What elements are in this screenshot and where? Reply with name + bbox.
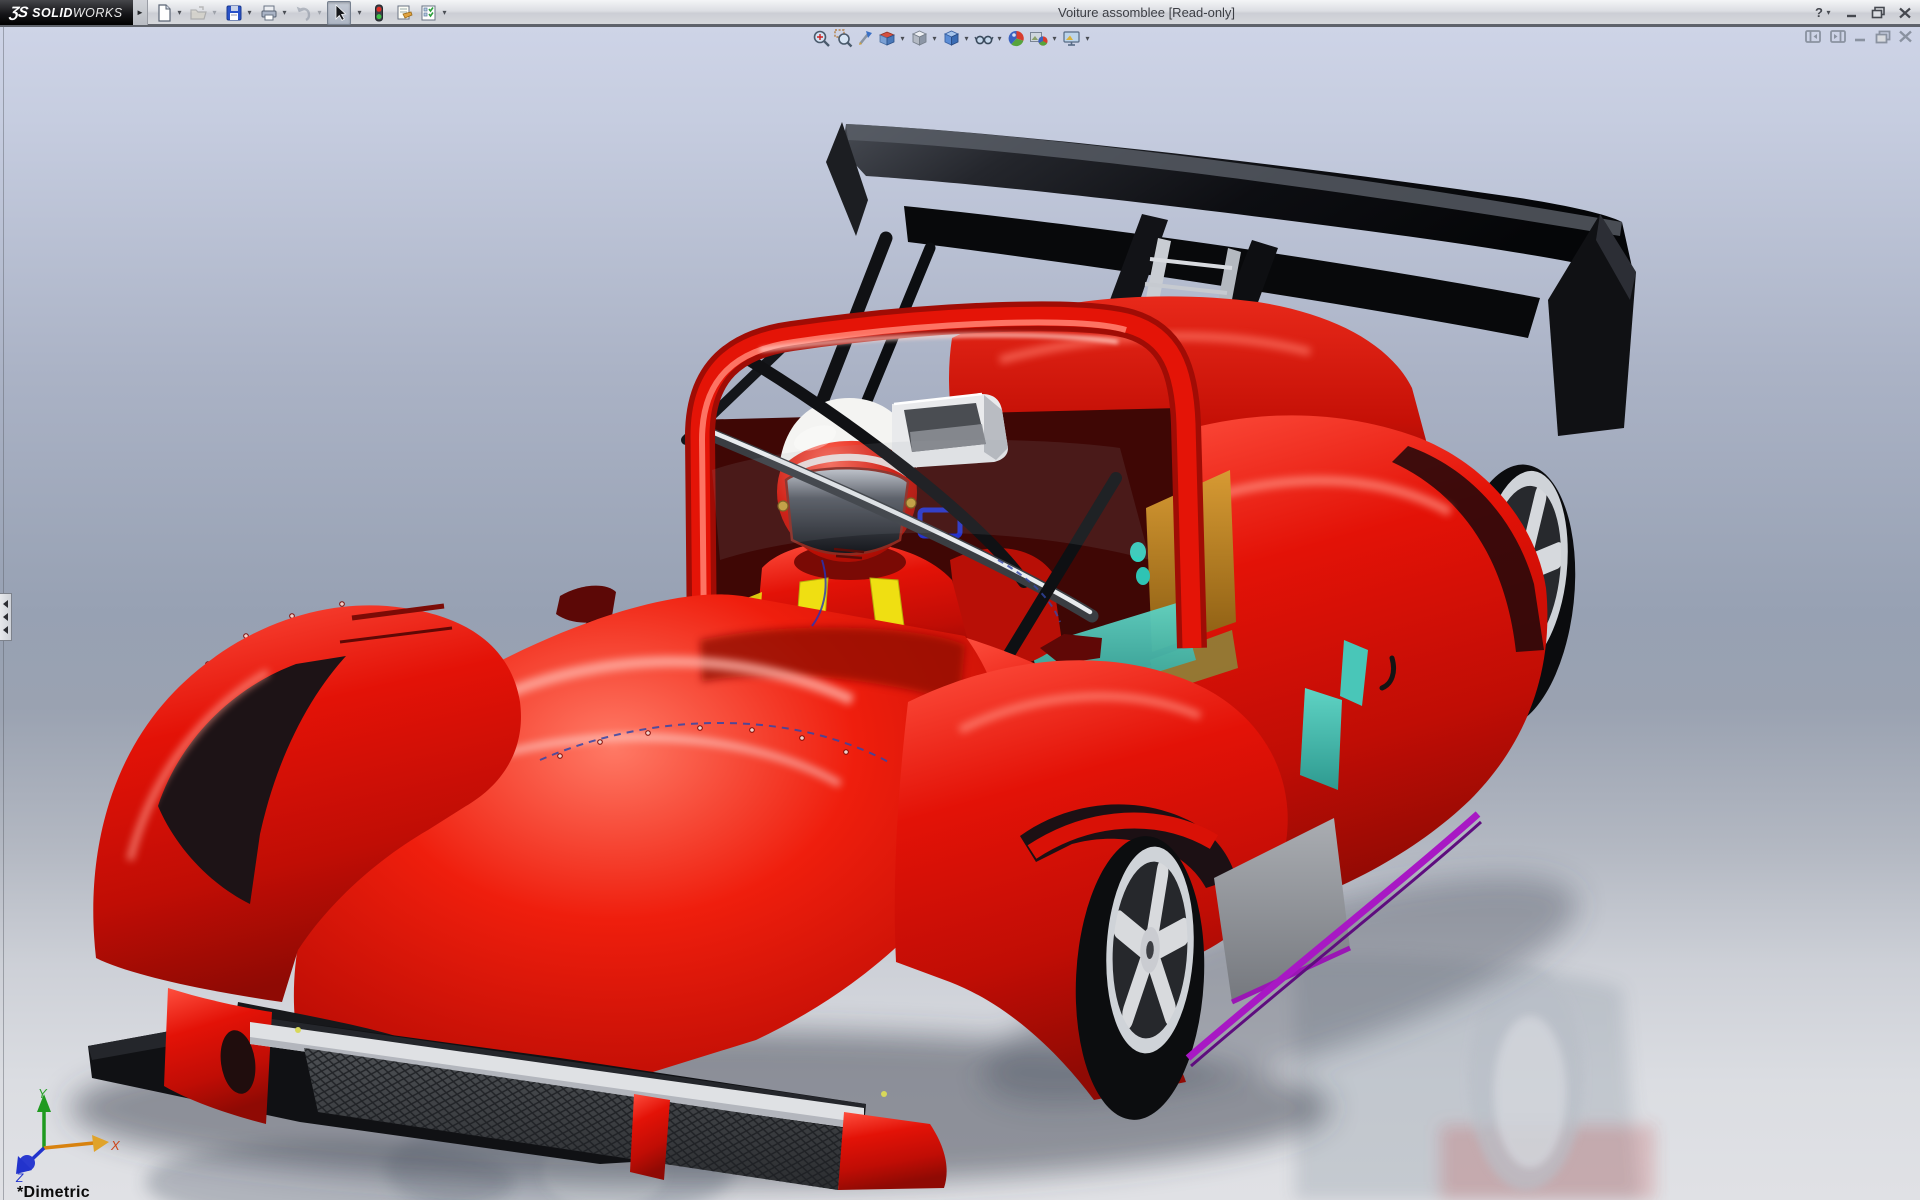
- feature-manager-collapse-tab[interactable]: [0, 593, 12, 641]
- design-checker-icon: [419, 3, 439, 23]
- restore-button[interactable]: [1871, 6, 1886, 19]
- print-icon: [259, 3, 279, 23]
- design-checker-button[interactable]: ▾: [417, 1, 451, 25]
- solidworks-window: ƷS SOLID WORKS ► ▾ ▾: [0, 0, 1920, 1200]
- collapse-arrow-icon: [3, 626, 8, 634]
- help-button[interactable]: ?▾: [1815, 5, 1833, 20]
- view-orientation-icon: [910, 29, 929, 48]
- collapse-arrow-icon: [3, 600, 8, 608]
- open-document-icon: [189, 3, 209, 23]
- window-title: Voiture assomblee [Read-only]: [1058, 0, 1235, 25]
- titlebar-controls: ?▾: [1815, 0, 1912, 25]
- view-orientation-button[interactable]: ▾: [910, 29, 939, 48]
- title-bar: ƷS SOLID WORKS ► ▾ ▾: [0, 0, 1920, 25]
- undo-icon: [294, 3, 314, 23]
- triad-z-label: Z: [15, 1171, 24, 1182]
- zoom-to-fit-button[interactable]: [812, 29, 831, 48]
- triad-x-label: X: [110, 1138, 121, 1153]
- document-window-controls: [1805, 29, 1913, 44]
- display-style-button[interactable]: ▾: [942, 29, 971, 48]
- heads-up-view-toolbar: ▾ ▾ ▾ ▾: [812, 28, 1095, 48]
- minimize-button[interactable]: [1845, 7, 1859, 19]
- document-minimize-button[interactable]: [1853, 30, 1868, 43]
- collapse-arrow-icon: [3, 613, 8, 621]
- graphics-viewport[interactable]: [0, 25, 1920, 1200]
- document-restore-button[interactable]: [1875, 30, 1891, 44]
- viewport-top-border: [0, 25, 1920, 27]
- edit-appearance-button[interactable]: [1007, 29, 1026, 48]
- select-tool-dropdown[interactable]: ▾: [352, 1, 366, 25]
- previous-view-button[interactable]: [856, 29, 875, 48]
- file-properties-icon: [394, 3, 414, 23]
- select-tool-button[interactable]: [327, 1, 351, 25]
- new-document-button[interactable]: ▾: [152, 1, 186, 25]
- rebuild-traffic-light-icon: [369, 3, 389, 23]
- pane-toggle-right-button[interactable]: [1829, 29, 1846, 44]
- zoom-to-area-icon: [834, 29, 853, 48]
- edit-appearance-icon: [1007, 29, 1026, 48]
- zoom-to-area-button[interactable]: [834, 29, 853, 48]
- section-view-icon: [878, 29, 897, 48]
- menu-expand-arrow[interactable]: ►: [133, 0, 148, 25]
- undo-button[interactable]: ▾: [292, 1, 326, 25]
- apply-scene-button[interactable]: ▾: [1029, 29, 1059, 48]
- hide-show-items-icon: [974, 29, 994, 48]
- view-settings-button[interactable]: ▾: [1062, 29, 1092, 48]
- file-properties-button[interactable]: [392, 1, 416, 25]
- document-close-button[interactable]: [1898, 30, 1913, 43]
- print-button[interactable]: ▾: [257, 1, 291, 25]
- reference-triad: Y X Z: [14, 1086, 124, 1182]
- side-window-teal[interactable]: [1300, 688, 1342, 790]
- apply-scene-icon: [1029, 29, 1049, 48]
- model-scene: [0, 25, 1920, 1200]
- previous-view-icon: [856, 29, 875, 48]
- display-style-icon: [942, 29, 961, 48]
- close-button[interactable]: [1898, 7, 1912, 19]
- select-cursor-icon: [329, 3, 349, 23]
- solidworks-logo: ƷS SOLID WORKS: [0, 0, 133, 25]
- standard-toolbar: ▾ ▾ ▾ ▾: [152, 1, 452, 24]
- pane-toggle-left-button[interactable]: [1805, 29, 1822, 44]
- save-icon: [224, 3, 244, 23]
- hide-show-items-button[interactable]: ▾: [974, 29, 1004, 48]
- logo-glyph: ƷS: [9, 4, 29, 21]
- section-view-button[interactable]: ▾: [878, 29, 907, 48]
- open-document-button[interactable]: ▾: [187, 1, 221, 25]
- rebuild-button[interactable]: [367, 1, 391, 25]
- view-settings-icon: [1062, 29, 1082, 48]
- new-document-icon: [154, 3, 174, 23]
- view-orientation-label: *Dimetric: [17, 1184, 90, 1200]
- zoom-to-fit-icon: [812, 29, 831, 48]
- save-button[interactable]: ▾: [222, 1, 256, 25]
